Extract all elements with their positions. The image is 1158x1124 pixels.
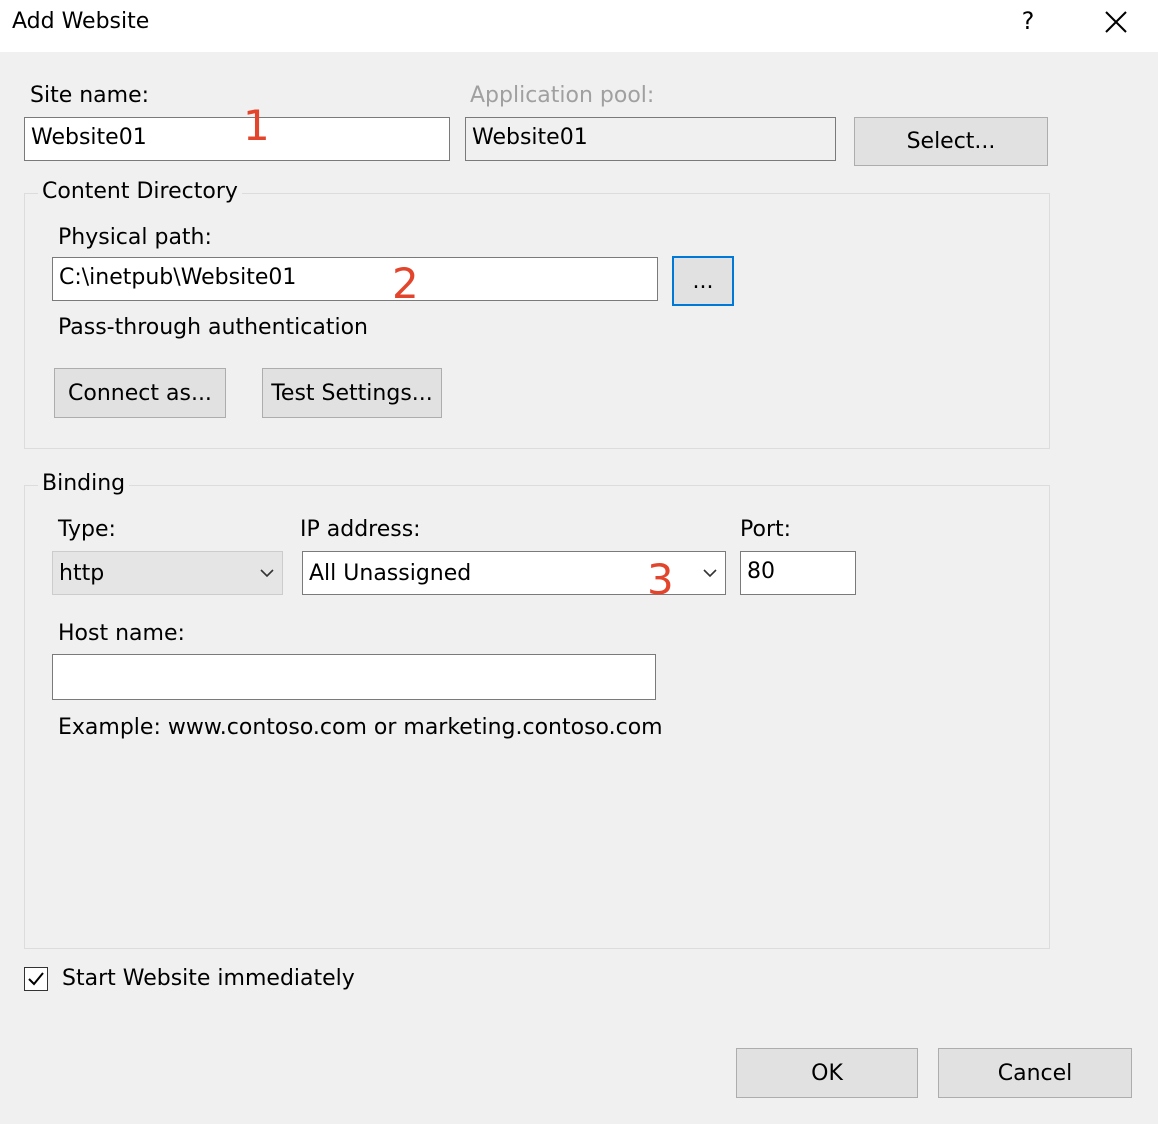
site-name-input[interactable]: Website01 [24, 117, 450, 161]
close-icon[interactable] [1100, 6, 1130, 36]
host-name-input[interactable] [52, 654, 656, 700]
type-dropdown[interactable]: http [52, 551, 283, 595]
host-name-example: Example: www.contoso.com or marketing.co… [58, 715, 663, 740]
help-button[interactable]: ? [1018, 6, 1038, 36]
title-bar [0, 0, 1158, 52]
ok-button[interactable]: OK [736, 1048, 918, 1098]
test-settings-button[interactable]: Test Settings... [262, 368, 442, 418]
port-label: Port: [740, 517, 792, 542]
select-button[interactable]: Select... [854, 117, 1048, 166]
connect-as-button[interactable]: Connect as... [54, 368, 226, 418]
binding-legend: Binding [38, 470, 130, 498]
site-name-label: Site name: [30, 83, 150, 108]
passthrough-authentication-label: Pass-through authentication [58, 315, 368, 340]
type-value: http [59, 560, 105, 586]
chevron-down-icon [703, 569, 717, 578]
type-label: Type: [58, 517, 116, 542]
start-immediately-label: Start Website immediately [62, 966, 355, 991]
annotation-marker-1: 1 [243, 101, 270, 150]
annotation-marker-2: 2 [392, 259, 419, 308]
physical-path-input[interactable]: C:\inetpub\Website01 [52, 257, 658, 301]
chevron-down-icon [260, 569, 274, 578]
cancel-button[interactable]: Cancel [938, 1048, 1132, 1098]
browse-button[interactable]: ... [672, 256, 734, 306]
host-name-label: Host name: [58, 621, 185, 646]
ip-address-label: IP address: [300, 517, 421, 542]
physical-path-label: Physical path: [58, 225, 212, 250]
annotation-marker-3: 3 [647, 555, 674, 604]
application-pool-label: Application pool: [470, 83, 655, 108]
start-immediately-checkbox[interactable] [24, 967, 48, 991]
checkmark-icon [28, 972, 44, 986]
window-title: Add Website [12, 9, 150, 34]
application-pool-field: Website01 [465, 117, 836, 161]
port-input[interactable]: 80 [740, 551, 856, 595]
content-directory-legend: Content Directory [38, 178, 242, 206]
ip-address-value: All Unassigned [309, 560, 472, 586]
